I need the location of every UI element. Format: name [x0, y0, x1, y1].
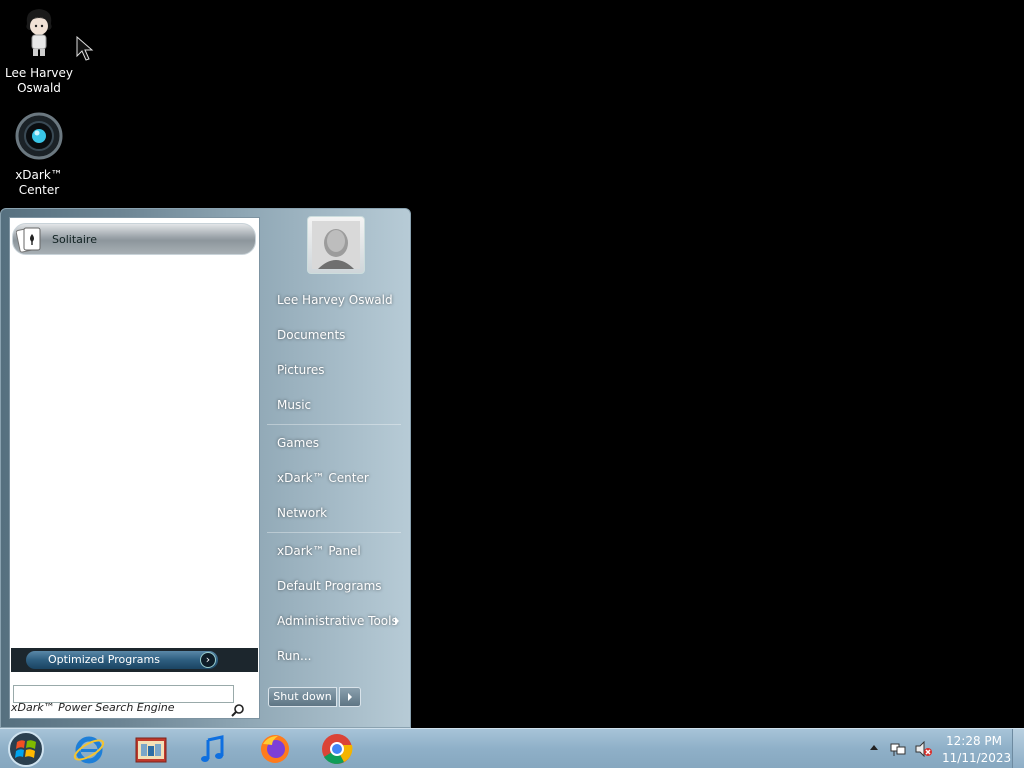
- start-menu-programs-pane: Solitaire Optimized Programs ›: [9, 217, 260, 719]
- firefox-icon[interactable]: [258, 732, 292, 766]
- volume-muted-icon[interactable]: [915, 741, 933, 757]
- pinned-item-label: Solitaire: [52, 232, 97, 246]
- start-item-user-folder[interactable]: Lee Harvey Oswald: [277, 293, 393, 307]
- solitaire-cards-icon: [16, 227, 41, 253]
- taskbar: 12:28 PM 11/11/2023: [0, 728, 1024, 768]
- network-icon[interactable]: [890, 741, 906, 757]
- start-item-xdark-center[interactable]: xDark™ Center: [277, 471, 369, 485]
- pinned-item-solitaire[interactable]: Solitaire: [12, 223, 256, 255]
- start-item-games[interactable]: Games: [277, 436, 319, 450]
- submenu-arrow-icon: [395, 617, 399, 625]
- separator: [267, 424, 401, 425]
- start-item-pictures[interactable]: Pictures: [277, 363, 325, 377]
- user-doll-icon: [26, 9, 52, 56]
- mouse-cursor-icon: [76, 36, 94, 61]
- start-item-xdark-panel[interactable]: xDark™ Panel: [277, 544, 361, 558]
- chrome-icon[interactable]: [320, 732, 354, 766]
- desktop-icon-xdark-center[interactable]: xDark™ Center: [1, 112, 77, 198]
- shutdown-options-button[interactable]: [339, 687, 361, 707]
- user-picture[interactable]: [307, 216, 365, 274]
- shutdown-button[interactable]: Shut down: [268, 687, 337, 707]
- start-item-default-programs[interactable]: Default Programs: [277, 579, 382, 593]
- user-avatar: [312, 221, 360, 269]
- chevron-right-icon: ›: [200, 652, 216, 668]
- show-desktop-button[interactable]: [1012, 729, 1024, 768]
- search-placeholder: xDark™ Power Search Engine: [11, 701, 175, 714]
- desktop-icon-user[interactable]: Lee Harvey Oswald: [1, 6, 77, 96]
- start-button[interactable]: [5, 730, 47, 768]
- start-menu: Solitaire Optimized Programs › xDark™ Po…: [0, 208, 411, 728]
- optimized-programs-button[interactable]: Optimized Programs ›: [26, 651, 218, 669]
- search-icon[interactable]: [231, 703, 245, 717]
- start-item-documents[interactable]: Documents: [277, 328, 345, 342]
- internet-explorer-icon[interactable]: [72, 732, 106, 766]
- windows-explorer-icon[interactable]: [134, 732, 168, 766]
- start-item-music[interactable]: Music: [277, 398, 311, 412]
- itunes-icon[interactable]: [196, 732, 230, 766]
- clock-date[interactable]: 11/11/2023: [942, 751, 1011, 765]
- show-hidden-icons-button[interactable]: [870, 745, 878, 750]
- desktop-icon-label: Lee Harvey Oswald: [5, 66, 73, 95]
- separator: [267, 532, 401, 533]
- start-item-administrative-tools[interactable]: Administrative Tools: [277, 614, 398, 628]
- optimized-programs-label: Optimized Programs: [48, 653, 160, 666]
- start-item-network[interactable]: Network: [277, 506, 327, 520]
- xdark-orb-icon: [15, 112, 63, 160]
- desktop-icon-label: xDark™ Center: [15, 168, 63, 197]
- start-item-run[interactable]: Run...: [277, 649, 311, 663]
- optimized-programs-bar[interactable]: Optimized Programs ›: [11, 648, 258, 672]
- clock-time[interactable]: 12:28 PM: [944, 734, 1004, 748]
